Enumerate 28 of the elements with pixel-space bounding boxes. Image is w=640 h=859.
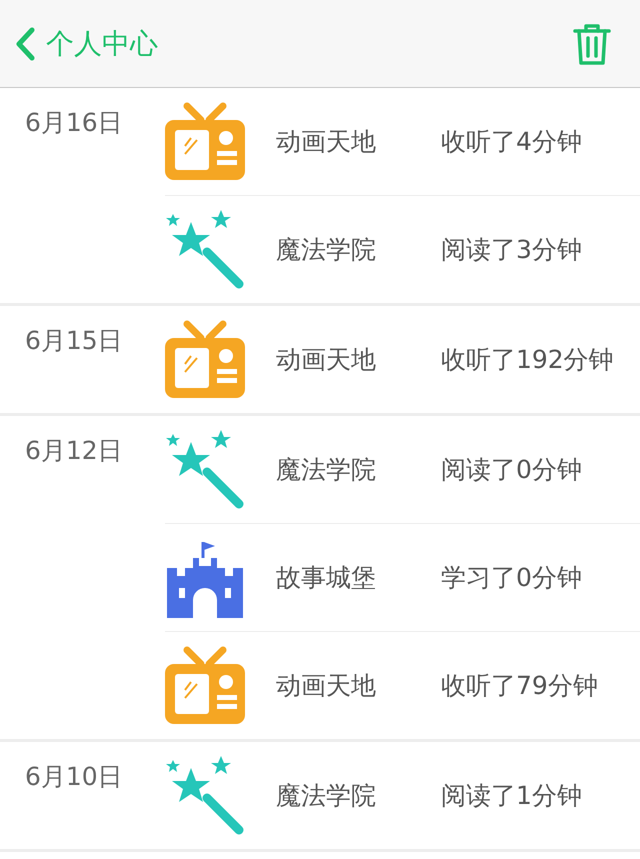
chevron-left-icon: [14, 26, 36, 60]
date-label: 6月12日: [25, 436, 123, 465]
activity-text: 阅读了0分钟: [441, 454, 582, 486]
magic-wand-icon: [165, 430, 245, 510]
tv-icon: [165, 320, 245, 400]
channel-name: 动画天地: [276, 344, 377, 376]
channel-name: 故事城堡: [276, 562, 377, 594]
channel-name: 魔法学院: [276, 780, 377, 812]
magic-wand-icon: [165, 756, 245, 836]
tv-icon: [165, 102, 245, 182]
back-button[interactable]: 个人中心: [14, 24, 158, 62]
date-label: 6月16日: [25, 108, 123, 137]
activity-text: 收听了4分钟: [441, 126, 582, 158]
delete-button[interactable]: [572, 22, 612, 66]
channel-name: 魔法学院: [276, 234, 377, 266]
activity-text: 阅读了1分钟: [441, 780, 582, 812]
channel-name: 动画天地: [276, 126, 377, 158]
magic-wand-icon: [165, 210, 245, 290]
date-label: 6月15日: [25, 326, 123, 355]
activity-text: 学习了0分钟: [441, 562, 582, 594]
channel-name: 动画天地: [276, 670, 377, 702]
tv-icon: [165, 646, 245, 726]
activity-text: 阅读了3分钟: [441, 234, 582, 266]
channel-name: 魔法学院: [276, 454, 377, 486]
date-label: 6月10日: [25, 762, 123, 791]
activity-text: 收听了79分钟: [441, 670, 598, 702]
trash-icon: [572, 22, 612, 66]
activity-text: 收听了192分钟: [441, 344, 614, 376]
